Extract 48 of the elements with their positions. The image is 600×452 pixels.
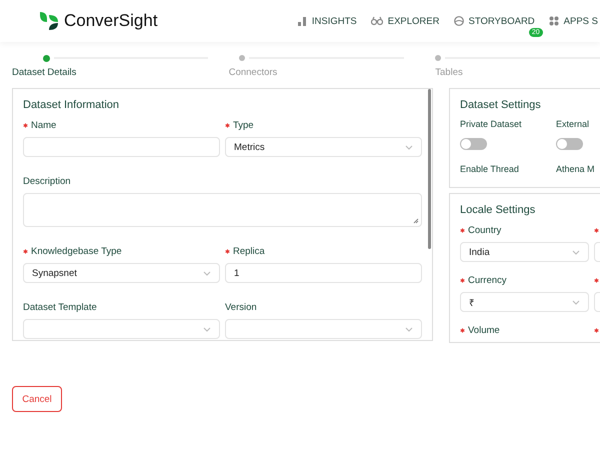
select-field[interactable]: Synapsnet: [23, 263, 220, 283]
card-title: Locale Settings: [460, 204, 536, 216]
chevron-down-icon: [203, 326, 211, 332]
text-input-field[interactable]: [23, 137, 220, 157]
globe-icon: [454, 16, 464, 26]
field-label: Volume: [468, 324, 500, 336]
brand-name: ConverSight: [64, 11, 158, 31]
resize-handle-icon: [413, 218, 419, 224]
step-label[interactable]: Dataset Details: [12, 67, 82, 78]
text-input-field[interactable]: 1: [225, 263, 422, 283]
chevron-down-icon: [203, 270, 211, 276]
setting-label: Athena M: [556, 164, 596, 174]
nav-link[interactable]: APPS S: [548, 16, 598, 26]
field-label: Description: [23, 176, 71, 186]
grid-icon: [548, 16, 559, 26]
card-title: Dataset Information: [23, 99, 120, 111]
field-label: Country: [468, 224, 502, 236]
toggle-switch[interactable]: [556, 138, 583, 150]
cancel-button[interactable]: Cancel: [12, 386, 62, 412]
select-field[interactable]: Metrics: [225, 137, 422, 157]
field-label: Dataset Template: [23, 302, 97, 312]
field-label: Replica: [233, 246, 265, 256]
binoculars-icon: [370, 16, 383, 26]
field-label: Version: [225, 302, 257, 312]
field-label: Knowledgebase Type: [31, 246, 122, 256]
scrollbar[interactable]: [428, 89, 431, 249]
select-field[interactable]: ₹: [460, 292, 589, 312]
bar-chart-icon: [296, 16, 307, 26]
field-label: Type: [233, 120, 254, 130]
nav-link[interactable]: INSIGHTS: [296, 16, 357, 26]
select-field[interactable]: [225, 319, 422, 339]
chevron-down-icon: [405, 326, 413, 332]
textarea-field[interactable]: [23, 193, 422, 227]
select-field[interactable]: India: [460, 242, 589, 262]
setting-label: Enable Thread: [460, 164, 520, 174]
chevron-down-icon: [572, 300, 580, 304]
chevron-down-icon: [405, 144, 413, 150]
card-title: Dataset Settings: [460, 99, 542, 111]
toggle-label: Private Dataset: [460, 119, 523, 129]
logo-icon: [38, 10, 60, 32]
toggle-label: External: [556, 119, 590, 129]
field-label: Name: [31, 120, 56, 130]
chevron-down-icon: [572, 250, 580, 254]
nav-link[interactable]: STORYBOARD: [454, 16, 535, 26]
toggle-switch[interactable]: [460, 138, 487, 150]
nav-link[interactable]: EXPLORER: [370, 16, 440, 26]
field-label: Currency: [468, 274, 507, 286]
select-field[interactable]: [23, 319, 220, 339]
